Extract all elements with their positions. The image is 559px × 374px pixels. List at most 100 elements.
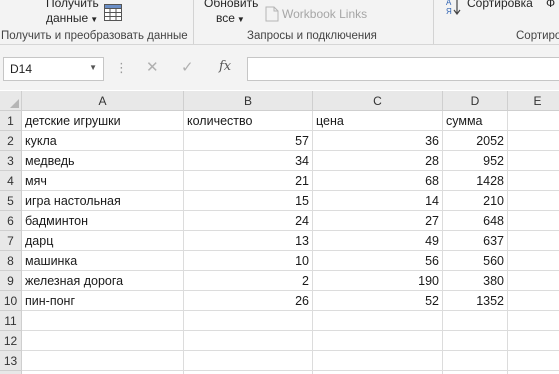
column-header-b[interactable]: B	[184, 91, 313, 111]
filter-button[interactable]: Ф	[546, 0, 555, 10]
cell-b9[interactable]: 2	[184, 271, 313, 291]
cell-a11[interactable]	[22, 311, 184, 331]
cell-b6[interactable]: 24	[184, 211, 313, 231]
cell-e13[interactable]	[508, 351, 559, 371]
cell-e4[interactable]	[508, 171, 559, 191]
select-all-button[interactable]	[0, 91, 22, 111]
check-icon[interactable]: ✓	[181, 58, 194, 76]
cell-c2[interactable]: 36	[313, 131, 443, 151]
cell-b5[interactable]: 15	[184, 191, 313, 211]
cell-b3[interactable]: 34	[184, 151, 313, 171]
cell-a9[interactable]: железная дорога	[22, 271, 184, 291]
row-header[interactable]: 11	[0, 311, 22, 331]
row-header[interactable]: 5	[0, 191, 22, 211]
column-header-d[interactable]: D	[443, 91, 508, 111]
cell-e5[interactable]	[508, 191, 559, 211]
cell-c11[interactable]	[313, 311, 443, 331]
cell-a2[interactable]: кукла	[22, 131, 184, 151]
cell-d10[interactable]: 1352	[443, 291, 508, 311]
row-header[interactable]: 3	[0, 151, 22, 171]
name-box[interactable]: D14 ▼	[3, 57, 104, 81]
row-header[interactable]: 4	[0, 171, 22, 191]
cell-b2[interactable]: 57	[184, 131, 313, 151]
cell-e8[interactable]	[508, 251, 559, 271]
cell-c1[interactable]: цена	[313, 111, 443, 131]
cell-d1[interactable]: сумма	[443, 111, 508, 131]
cell-e3[interactable]	[508, 151, 559, 171]
cell-e11[interactable]	[508, 311, 559, 331]
cell-e2[interactable]	[508, 131, 559, 151]
cell-c13[interactable]	[313, 351, 443, 371]
get-data-button[interactable]: данные ▼	[46, 11, 98, 25]
cell-d13[interactable]	[443, 351, 508, 371]
cell-b10[interactable]: 26	[184, 291, 313, 311]
cell-e9[interactable]	[508, 271, 559, 291]
cell-a3[interactable]: медведь	[22, 151, 184, 171]
row-header[interactable]: 7	[0, 231, 22, 251]
cell-d9[interactable]: 380	[443, 271, 508, 291]
cell-d4[interactable]: 1428	[443, 171, 508, 191]
cell-b1[interactable]: количество	[184, 111, 313, 131]
column-header-e[interactable]: E	[508, 91, 559, 111]
cell-d11[interactable]	[443, 311, 508, 331]
cell-c7[interactable]: 49	[313, 231, 443, 251]
cell-d3[interactable]: 952	[443, 151, 508, 171]
cell-d7[interactable]: 637	[443, 231, 508, 251]
cell-b13[interactable]	[184, 351, 313, 371]
cell-a6[interactable]: бадминтон	[22, 211, 184, 231]
cell-c12[interactable]	[313, 331, 443, 351]
cell-b7[interactable]: 13	[184, 231, 313, 251]
column-header-c[interactable]: C	[313, 91, 443, 111]
cell-c10[interactable]: 52	[313, 291, 443, 311]
cell-c4[interactable]: 68	[313, 171, 443, 191]
cell-a4[interactable]: мяч	[22, 171, 184, 191]
cell-d8[interactable]: 560	[443, 251, 508, 271]
workbook-links-button[interactable]: Workbook Links	[282, 7, 367, 21]
cell-e7[interactable]	[508, 231, 559, 251]
cell-c3[interactable]: 28	[313, 151, 443, 171]
row-header[interactable]: 1	[0, 111, 22, 131]
cell-b8[interactable]: 10	[184, 251, 313, 271]
refresh-label-line1[interactable]: Обновить	[204, 0, 258, 10]
cell-a8[interactable]: машинка	[22, 251, 184, 271]
cell-a12[interactable]	[22, 331, 184, 351]
chevron-down-icon[interactable]: ▼	[89, 63, 97, 72]
cell-d6[interactable]: 648	[443, 211, 508, 231]
cell-b11[interactable]	[184, 311, 313, 331]
cell-a10[interactable]: пин-понг	[22, 291, 184, 311]
row-header[interactable]: 8	[0, 251, 22, 271]
table-icon[interactable]	[104, 4, 122, 21]
get-data-label-line1[interactable]: Получить	[46, 0, 99, 10]
cell-c9[interactable]: 190	[313, 271, 443, 291]
cell-d5[interactable]: 210	[443, 191, 508, 211]
more-options-icon[interactable]: ⋮	[115, 60, 128, 76]
cell-c6[interactable]: 27	[313, 211, 443, 231]
cell-a7[interactable]: дарц	[22, 231, 184, 251]
insert-function-icon[interactable]: fx	[219, 59, 231, 74]
cell-a13[interactable]	[22, 351, 184, 371]
row-header[interactable]: 9	[0, 271, 22, 291]
row-header[interactable]: 2	[0, 131, 22, 151]
cell-e12[interactable]	[508, 331, 559, 351]
cell-e1[interactable]	[508, 111, 559, 131]
cell-c5[interactable]: 14	[313, 191, 443, 211]
sort-az-icon[interactable]: A Я	[446, 0, 462, 16]
cell-c8[interactable]: 56	[313, 251, 443, 271]
refresh-all-button[interactable]: все ▼	[216, 11, 245, 25]
cell-a5[interactable]: игра настольная	[22, 191, 184, 211]
cell-b4[interactable]: 21	[184, 171, 313, 191]
cell-a1[interactable]: детские игрушки	[22, 111, 184, 131]
column-header-a[interactable]: A	[22, 91, 184, 111]
cell-d12[interactable]	[443, 331, 508, 351]
row-header[interactable]: 12	[0, 331, 22, 351]
row-header[interactable]: 10	[0, 291, 22, 311]
cell-e10[interactable]	[508, 291, 559, 311]
cancel-icon[interactable]: ✕	[146, 58, 159, 76]
row-header[interactable]: 6	[0, 211, 22, 231]
formula-input[interactable]	[247, 57, 559, 81]
sort-button[interactable]: Сортировка	[467, 0, 533, 10]
row-header[interactable]: 13	[0, 351, 22, 371]
cell-d2[interactable]: 2052	[443, 131, 508, 151]
cell-b12[interactable]	[184, 331, 313, 351]
cell-e6[interactable]	[508, 211, 559, 231]
